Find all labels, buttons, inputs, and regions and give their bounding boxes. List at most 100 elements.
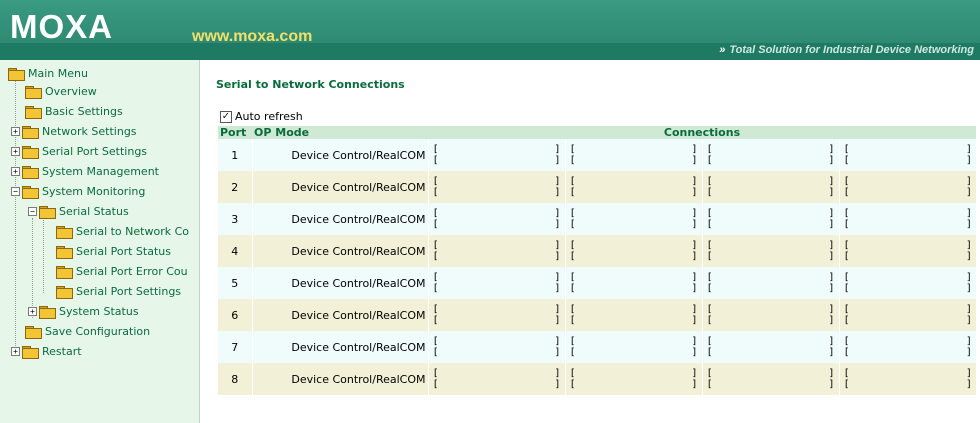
expand-icon[interactable]: + (28, 306, 37, 316)
bracket-open: [ (432, 144, 439, 155)
table-row: 4 Device Control/RealCOM[][][][][][][][] (218, 235, 976, 267)
connection-cell: [][] (427, 299, 565, 331)
bracket-open: [ (706, 144, 713, 155)
connection-slot: [] (570, 240, 702, 251)
sidebar-item-label: Overview (45, 84, 97, 98)
bracket-open: [ (569, 176, 576, 187)
sidebar-item-restart[interactable]: + Restart (11, 342, 82, 360)
connection-cell: [][] (701, 299, 839, 331)
connection-cell: [][] (564, 267, 702, 299)
bracket-close: ] (828, 304, 835, 315)
bracket-open: [ (843, 347, 850, 358)
auto-refresh-checkbox[interactable]: ✓ (220, 110, 232, 123)
connection-slot: [] (707, 208, 839, 219)
bracket-close: ] (691, 187, 698, 198)
collapse-icon[interactable]: − (11, 186, 20, 196)
sidebar-item-main-menu[interactable]: Main Menu (8, 64, 88, 82)
sidebar-item-label: Serial Port Settings (76, 284, 182, 298)
connection-cell: [][] (838, 203, 976, 235)
port-cell: 1 (218, 139, 252, 171)
sidebar-item-serial-port-settings[interactable]: + Serial Port Settings (11, 142, 147, 160)
folder-open-icon (22, 185, 39, 199)
connection-slot: [] (433, 144, 565, 155)
bracket-close: ] (965, 304, 972, 315)
bracket-open: [ (843, 272, 850, 283)
op-mode-cell: Device Control/RealCOM (251, 267, 428, 299)
auto-refresh[interactable]: ✓ Auto refresh (220, 110, 303, 123)
bracket-open: [ (569, 283, 576, 294)
bracket-open: [ (843, 379, 850, 390)
expand-icon[interactable]: + (11, 146, 20, 156)
sidebar-item-system-monitoring[interactable]: − System Monitoring (11, 182, 145, 200)
bracket-open: [ (706, 219, 713, 230)
connection-slot: [] (844, 379, 977, 390)
sidebar-item-serial-to-network[interactable]: Serial to Network Co (56, 222, 189, 240)
sidebar-item-overview[interactable]: Overview (25, 82, 97, 100)
bracket-close: ] (554, 187, 561, 198)
connection-slot: [] (570, 219, 702, 230)
folder-open-icon (39, 205, 56, 219)
connection-cell: [][] (838, 299, 976, 331)
connection-slot: [] (570, 208, 702, 219)
bracket-close: ] (965, 283, 972, 294)
tagline-arrows-icon: » (719, 44, 726, 56)
connection-slot: [] (844, 187, 977, 198)
bracket-open: [ (569, 336, 576, 347)
site-link[interactable]: www.moxa.com (192, 28, 312, 46)
bracket-close: ] (828, 315, 835, 326)
connection-slot: [] (433, 251, 565, 262)
table-row: 3 Device Control/RealCOM[][][][][][][][] (218, 203, 976, 235)
connection-cell: [][] (427, 235, 565, 267)
table-header-row: Port OP Mode Connections (218, 126, 976, 139)
bracket-close: ] (965, 176, 972, 187)
bracket-close: ] (691, 315, 698, 326)
bracket-open: [ (432, 187, 439, 198)
bracket-open: [ (432, 368, 439, 379)
bracket-open: [ (706, 336, 713, 347)
folder-icon (56, 285, 73, 299)
connection-cell: [][] (701, 203, 839, 235)
connection-slot: [] (844, 272, 977, 283)
bracket-close: ] (691, 144, 698, 155)
sidebar-item-label: Main Menu (28, 66, 88, 80)
bracket-open: [ (843, 144, 850, 155)
connection-slot: [] (570, 155, 702, 166)
sidebar-item-save-configuration[interactable]: Save Configuration (25, 322, 150, 340)
column-header-port: Port (218, 126, 252, 139)
bracket-open: [ (843, 336, 850, 347)
bracket-close: ] (554, 283, 561, 294)
folder-icon (39, 305, 56, 319)
sidebar-item-serial-port-status[interactable]: Serial Port Status (56, 242, 171, 260)
connection-cell: [][] (427, 171, 565, 203)
connection-slot: [] (707, 304, 839, 315)
sidebar-item-serial-port-settings-status[interactable]: Serial Port Settings (56, 282, 181, 300)
connection-slot: [] (707, 176, 839, 187)
connection-slot: [] (433, 176, 565, 187)
bracket-open: [ (569, 368, 576, 379)
folder-icon (56, 245, 73, 259)
bracket-close: ] (965, 240, 972, 251)
bracket-open: [ (569, 219, 576, 230)
sidebar-item-system-management[interactable]: + System Management (11, 162, 159, 180)
connection-slot: [] (433, 315, 565, 326)
connection-slot: [] (570, 251, 702, 262)
sidebar-item-serial-status[interactable]: − Serial Status (28, 202, 129, 220)
bracket-close: ] (691, 379, 698, 390)
connection-cell: [][] (838, 267, 977, 299)
collapse-icon[interactable]: − (28, 206, 37, 216)
connection-cell: [][] (564, 171, 702, 203)
sidebar-item-system-status[interactable]: + System Status (28, 302, 139, 320)
sidebar-item-serial-port-error-count[interactable]: Serial Port Error Cou (56, 262, 188, 280)
sidebar-item-basic-settings[interactable]: Basic Settings (25, 102, 123, 120)
expand-icon[interactable]: + (11, 166, 20, 176)
connection-slot: [] (570, 176, 702, 187)
bracket-open: [ (569, 347, 576, 358)
expand-icon[interactable]: + (11, 126, 20, 136)
bracket-open: [ (432, 176, 439, 187)
port-cell: 5 (218, 267, 252, 299)
sidebar-item-network-settings[interactable]: + Network Settings (11, 122, 137, 140)
sidebar-item-label: Save Configuration (45, 324, 151, 338)
expand-icon[interactable]: + (11, 346, 20, 356)
folder-icon (25, 105, 42, 119)
bracket-close: ] (828, 347, 835, 358)
